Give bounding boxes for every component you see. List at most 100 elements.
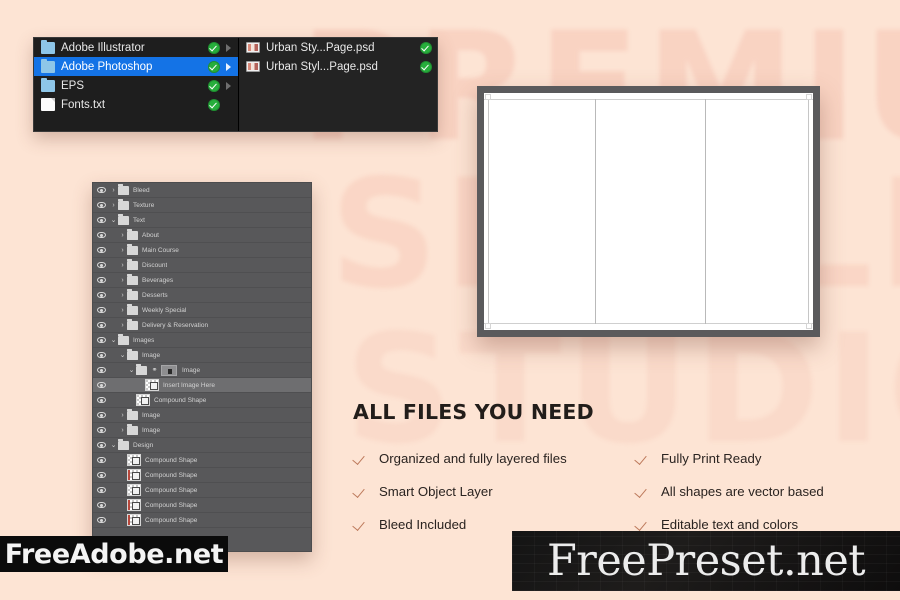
eye-visibility-icon[interactable] bbox=[93, 487, 109, 493]
eye-visibility-icon[interactable] bbox=[93, 412, 109, 418]
layer-row[interactable]: ›Compound Shape bbox=[93, 498, 311, 513]
eye-visibility-icon[interactable] bbox=[93, 517, 109, 523]
layer-row[interactable]: › Image bbox=[93, 423, 311, 438]
chevron-down-icon[interactable]: ⌄ bbox=[109, 217, 118, 224]
eye-visibility-icon[interactable] bbox=[93, 322, 109, 328]
chevron-down-icon[interactable]: ⌄ bbox=[127, 367, 136, 374]
eye-glyph bbox=[96, 337, 106, 343]
disclosure-arrow-icon[interactable] bbox=[226, 62, 233, 71]
eye-visibility-icon[interactable] bbox=[93, 397, 109, 403]
file-row[interactable]: Adobe Illustrator bbox=[34, 38, 238, 57]
file-row[interactable]: Urban Styl...Page.psd bbox=[239, 57, 437, 76]
layer-row[interactable]: ⌄ Images bbox=[93, 333, 311, 348]
file-row[interactable]: Urban Sty...Page.psd bbox=[239, 38, 437, 57]
layer-row[interactable]: ›Compound Shape bbox=[93, 513, 311, 528]
eye-visibility-icon[interactable] bbox=[93, 472, 109, 478]
shape-layer-thumbnail[interactable] bbox=[136, 394, 150, 406]
layer-mask-thumbnail[interactable] bbox=[161, 364, 177, 376]
eye-visibility-icon[interactable] bbox=[93, 382, 109, 388]
layer-name: Beverages bbox=[142, 276, 174, 284]
file-row[interactable]: Fonts.txt bbox=[34, 95, 238, 114]
eye-visibility-icon[interactable] bbox=[93, 337, 109, 343]
disclosure-arrow-icon[interactable] bbox=[226, 81, 233, 90]
layer-name: Text bbox=[133, 216, 145, 224]
eye-visibility-icon[interactable] bbox=[93, 292, 109, 298]
brochure-paper bbox=[484, 93, 813, 330]
layer-name: Delivery & Reservation bbox=[142, 321, 209, 329]
layer-row[interactable]: › Beverages bbox=[93, 273, 311, 288]
eye-glyph bbox=[96, 292, 106, 298]
eye-glyph bbox=[96, 442, 106, 448]
approved-badge-icon bbox=[208, 98, 220, 111]
layer-row[interactable]: › Weekly Special bbox=[93, 303, 311, 318]
layer-row[interactable]: › Delivery & Reservation bbox=[93, 318, 311, 333]
chevron-right-icon[interactable]: › bbox=[109, 187, 118, 194]
layer-row[interactable]: ⌄ Image bbox=[93, 348, 311, 363]
shape-layer-thumbnail[interactable] bbox=[127, 514, 141, 526]
shape-layer-thumbnail[interactable] bbox=[127, 469, 141, 481]
layer-row[interactable]: ›Compound Shape bbox=[93, 453, 311, 468]
chevron-right-icon[interactable]: › bbox=[118, 277, 127, 284]
eye-visibility-icon[interactable] bbox=[93, 307, 109, 313]
eye-glyph bbox=[96, 352, 106, 358]
chevron-right-icon[interactable]: › bbox=[118, 262, 127, 269]
layer-row[interactable]: ⌄ Text bbox=[93, 213, 311, 228]
chevron-right-icon[interactable]: › bbox=[118, 307, 127, 314]
file-row[interactable]: Adobe Photoshop bbox=[34, 57, 238, 76]
eye-visibility-icon[interactable] bbox=[93, 202, 109, 208]
layer-row[interactable]: › Discount bbox=[93, 258, 311, 273]
shape-layer-thumbnail[interactable] bbox=[127, 484, 141, 496]
layer-row[interactable]: ⌄ Design bbox=[93, 438, 311, 453]
chevron-right-icon[interactable]: › bbox=[118, 412, 127, 419]
layer-row[interactable]: ›Compound Shape bbox=[93, 393, 311, 408]
chevron-down-icon[interactable]: ⌄ bbox=[109, 442, 118, 449]
chevron-right-icon[interactable]: › bbox=[109, 202, 118, 209]
layer-row[interactable]: › About bbox=[93, 228, 311, 243]
disclosure-arrow-icon[interactable] bbox=[226, 43, 233, 52]
eye-visibility-icon[interactable] bbox=[93, 367, 109, 373]
layer-row[interactable]: › Image bbox=[93, 408, 311, 423]
file-row[interactable]: EPS bbox=[34, 76, 238, 95]
eye-visibility-icon[interactable] bbox=[93, 217, 109, 223]
layer-row[interactable]: › Texture bbox=[93, 198, 311, 213]
layer-row[interactable]: ›Compound Shape bbox=[93, 483, 311, 498]
chevron-right-icon[interactable]: › bbox=[118, 247, 127, 254]
eye-visibility-icon[interactable] bbox=[93, 442, 109, 448]
chevron-right-icon[interactable]: › bbox=[118, 232, 127, 239]
chevron-right-icon[interactable]: › bbox=[118, 292, 127, 299]
chevron-down-icon[interactable]: ⌄ bbox=[118, 352, 127, 359]
chevron-right-icon[interactable]: › bbox=[118, 322, 127, 329]
eye-glyph bbox=[96, 502, 106, 508]
layer-row[interactable]: ›Insert Image Here bbox=[93, 378, 311, 393]
layer-row[interactable]: › Desserts bbox=[93, 288, 311, 303]
feature-item: Fully Print Ready bbox=[635, 451, 873, 466]
shape-layer-thumbnail[interactable] bbox=[127, 454, 141, 466]
watermark-banner-right: FreePreset.net bbox=[512, 531, 900, 591]
eye-visibility-icon[interactable] bbox=[93, 187, 109, 193]
layer-row[interactable]: ⌄ ⚭ Image bbox=[93, 363, 311, 378]
eye-visibility-icon[interactable] bbox=[93, 427, 109, 433]
eye-visibility-icon[interactable] bbox=[93, 457, 109, 463]
chevron-down-icon[interactable]: ⌄ bbox=[109, 337, 118, 344]
fold-line-2 bbox=[705, 99, 707, 324]
eye-visibility-icon[interactable] bbox=[93, 262, 109, 268]
layer-row[interactable]: › Bleed bbox=[93, 183, 311, 198]
shape-layer-thumbnail[interactable] bbox=[127, 499, 141, 511]
watermark-banner-left: FreeAdobe.net bbox=[0, 536, 228, 572]
file-browser-window: Adobe Illustrator Adobe Photoshop EPS Fonts… bbox=[33, 37, 438, 132]
layer-row[interactable]: › Main Course bbox=[93, 243, 311, 258]
layer-row[interactable]: ›Compound Shape bbox=[93, 468, 311, 483]
file-row-label: Adobe Photoshop bbox=[61, 60, 153, 73]
chevron-right-icon[interactable]: › bbox=[118, 427, 127, 434]
corner-tick-tr bbox=[806, 94, 812, 100]
eye-visibility-icon[interactable] bbox=[93, 232, 109, 238]
layers-panel[interactable]: › Bleed › Texture ⌄ Text › About › Main Course › Di… bbox=[92, 182, 312, 552]
eye-visibility-icon[interactable] bbox=[93, 502, 109, 508]
smart-object-thumbnail[interactable] bbox=[145, 379, 159, 391]
eye-visibility-icon[interactable] bbox=[93, 352, 109, 358]
layer-name: About bbox=[142, 231, 159, 239]
eye-visibility-icon[interactable] bbox=[93, 247, 109, 253]
layer-name: Bleed bbox=[133, 186, 150, 194]
link-icon[interactable]: ⚭ bbox=[151, 367, 158, 374]
eye-visibility-icon[interactable] bbox=[93, 277, 109, 283]
